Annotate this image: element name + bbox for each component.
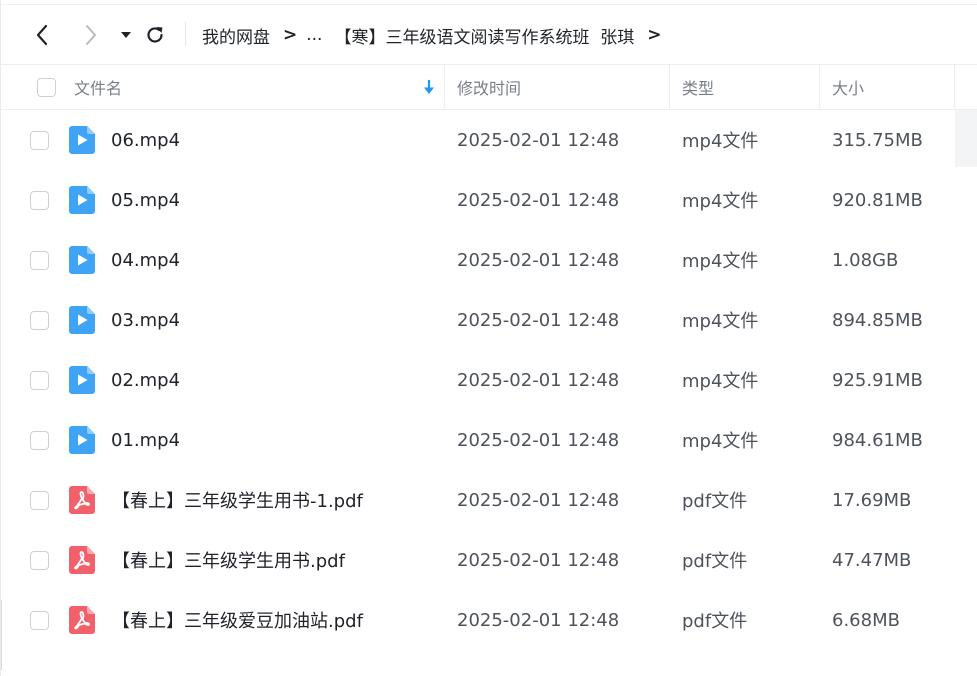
- refresh-button[interactable]: [143, 22, 167, 48]
- row-checkbox[interactable]: [30, 311, 49, 330]
- file-modified: 2025-02-01 12:48: [457, 309, 620, 331]
- file-modified: 2025-02-01 12:48: [457, 249, 620, 271]
- breadcrumb-root[interactable]: 我的网盘: [202, 23, 270, 48]
- file-name[interactable]: 06.mp4: [111, 110, 180, 170]
- file-modified: 2025-02-01 12:48: [457, 609, 620, 631]
- file-size: 6.68MB: [832, 609, 900, 631]
- pdf-file-icon: [69, 486, 95, 514]
- nav-divider: [185, 22, 186, 46]
- file-row[interactable]: 05.mp4 2025-02-01 12:48 mp4文件 920.81MB: [1, 170, 977, 230]
- file-modified: 2025-02-01 12:48: [457, 429, 620, 451]
- file-name[interactable]: 04.mp4: [111, 230, 180, 290]
- column-divider[interactable]: [669, 65, 670, 109]
- file-size: 17.69MB: [832, 489, 912, 511]
- forward-button[interactable]: [79, 22, 103, 48]
- column-divider[interactable]: [954, 65, 955, 109]
- breadcrumb-trailing-separator[interactable]: >: [647, 25, 661, 45]
- row-checkbox[interactable]: [30, 491, 49, 510]
- file-type: pdf文件: [682, 491, 748, 512]
- file-modified: 2025-02-01 12:48: [457, 189, 620, 211]
- file-name[interactable]: 02.mp4: [111, 350, 180, 410]
- file-name[interactable]: 【春上】三年级学生用书.pdf: [112, 530, 345, 590]
- file-row[interactable]: 【春上】三年级学生用书.pdf 2025-02-01 12:48 pdf文件 4…: [1, 530, 977, 590]
- row-checkbox[interactable]: [30, 611, 49, 630]
- file-size: 315.75MB: [832, 129, 923, 151]
- file-size: 894.85MB: [832, 309, 923, 331]
- breadcrumb-separator: >: [283, 25, 298, 45]
- chevron-left-icon: [36, 24, 48, 46]
- file-modified: 2025-02-01 12:48: [457, 489, 620, 511]
- file-type: mp4文件: [682, 431, 759, 452]
- row-checkbox[interactable]: [30, 191, 49, 210]
- file-row[interactable]: 【春上】三年级爱豆加油站.pdf 2025-02-01 12:48 pdf文件 …: [1, 590, 977, 650]
- file-name[interactable]: 05.mp4: [111, 170, 180, 230]
- file-type: pdf文件: [682, 611, 748, 632]
- file-type: mp4文件: [682, 371, 759, 392]
- file-size: 984.61MB: [832, 429, 923, 451]
- file-row[interactable]: 03.mp4 2025-02-01 12:48 mp4文件 894.85MB: [1, 290, 977, 350]
- file-modified: 2025-02-01 12:48: [457, 549, 620, 571]
- chevron-right-icon: [86, 25, 96, 45]
- window-edge: [1, 600, 4, 670]
- file-type: mp4文件: [682, 131, 759, 152]
- select-all-cell: [37, 65, 56, 109]
- video-file-icon: [69, 306, 95, 334]
- video-file-icon: [69, 246, 95, 274]
- file-modified: 2025-02-01 12:48: [457, 369, 620, 391]
- back-button[interactable]: [30, 22, 54, 48]
- file-browser: 我的网盘 > ... 【寒】三年级语文阅读写作系统班 张琪 > 文件名 修改时间…: [0, 0, 977, 676]
- file-type: pdf文件: [682, 551, 748, 572]
- video-file-icon: [69, 126, 95, 154]
- column-name[interactable]: 文件名: [74, 65, 122, 109]
- file-name[interactable]: 【春上】三年级爱豆加油站.pdf: [112, 590, 363, 650]
- select-all-checkbox[interactable]: [37, 77, 56, 97]
- breadcrumb: 我的网盘 > ... 【寒】三年级语文阅读写作系统班 张琪 >: [202, 19, 671, 51]
- file-size: 1.08GB: [832, 249, 899, 271]
- file-modified: 2025-02-01 12:48: [457, 129, 620, 151]
- column-header: 文件名 修改时间 类型 大小: [1, 64, 977, 110]
- file-size: 920.81MB: [832, 189, 923, 211]
- row-checkbox[interactable]: [30, 371, 49, 390]
- video-file-icon: [69, 366, 95, 394]
- row-checkbox[interactable]: [30, 431, 49, 450]
- file-name[interactable]: 03.mp4: [111, 290, 180, 350]
- file-row[interactable]: 【春上】三年级学生用书-1.pdf 2025-02-01 12:48 pdf文件…: [1, 470, 977, 530]
- column-modified[interactable]: 修改时间: [457, 65, 521, 109]
- pdf-file-icon: [69, 546, 95, 574]
- row-checkbox[interactable]: [30, 551, 49, 570]
- breadcrumb-current-folder[interactable]: 【寒】三年级语文阅读写作系统班 张琪: [334, 23, 634, 48]
- caret-down-icon: [121, 32, 131, 38]
- file-type: mp4文件: [682, 251, 759, 272]
- file-name[interactable]: 01.mp4: [111, 410, 180, 470]
- column-type[interactable]: 类型: [682, 65, 714, 109]
- history-dropdown-button[interactable]: [114, 22, 138, 48]
- pdf-file-icon: [69, 606, 95, 634]
- file-type: mp4文件: [682, 311, 759, 332]
- file-name[interactable]: 【春上】三年级学生用书-1.pdf: [112, 470, 363, 530]
- file-row[interactable]: 01.mp4 2025-02-01 12:48 mp4文件 984.61MB: [1, 410, 977, 470]
- file-row[interactable]: 06.mp4 2025-02-01 12:48 mp4文件 315.75MB: [1, 110, 977, 170]
- video-file-icon: [69, 186, 95, 214]
- file-size: 925.91MB: [832, 369, 923, 391]
- sort-descending-icon[interactable]: [422, 78, 436, 100]
- navigation-bar: 我的网盘 > ... 【寒】三年级语文阅读写作系统班 张琪 >: [1, 5, 977, 64]
- file-row[interactable]: 02.mp4 2025-02-01 12:48 mp4文件 925.91MB: [1, 350, 977, 410]
- column-size[interactable]: 大小: [832, 65, 864, 109]
- file-row[interactable]: 04.mp4 2025-02-01 12:48 mp4文件 1.08GB: [1, 230, 977, 290]
- column-divider[interactable]: [444, 65, 445, 109]
- refresh-icon: [147, 27, 163, 43]
- file-list: 06.mp4 2025-02-01 12:48 mp4文件 315.75MB 0…: [1, 110, 977, 650]
- file-size: 47.47MB: [832, 549, 912, 571]
- file-type: mp4文件: [682, 191, 759, 212]
- row-checkbox[interactable]: [30, 131, 49, 150]
- row-checkbox[interactable]: [30, 251, 49, 270]
- video-file-icon: [69, 426, 95, 454]
- breadcrumb-ellipsis[interactable]: ...: [306, 25, 322, 45]
- column-divider[interactable]: [819, 65, 820, 109]
